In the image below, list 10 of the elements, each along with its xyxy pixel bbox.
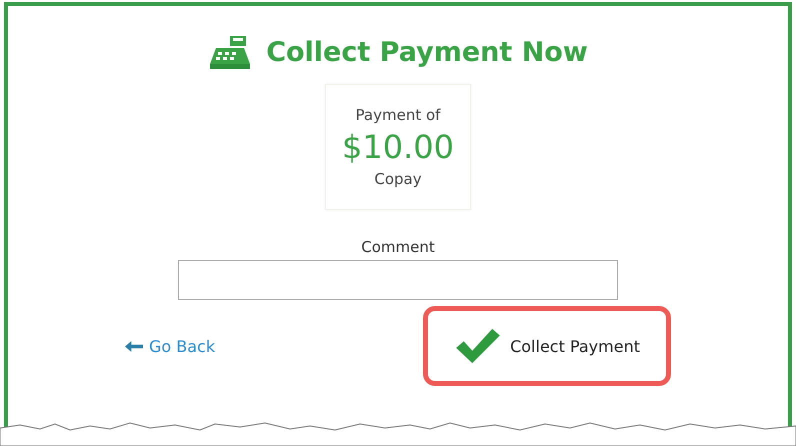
cash-register-icon (208, 34, 252, 70)
go-back-link[interactable]: Go Back (125, 336, 216, 356)
payment-type: Copay (374, 170, 422, 188)
dialog-title: Collect Payment Now (266, 36, 588, 68)
comment-label: Comment (361, 238, 435, 256)
checkmark-icon (454, 327, 502, 365)
left-arrow-icon (125, 340, 143, 352)
payment-amount: $10.00 (342, 128, 454, 166)
comment-field[interactable] (178, 260, 618, 300)
payment-caption: Payment of (356, 106, 440, 124)
